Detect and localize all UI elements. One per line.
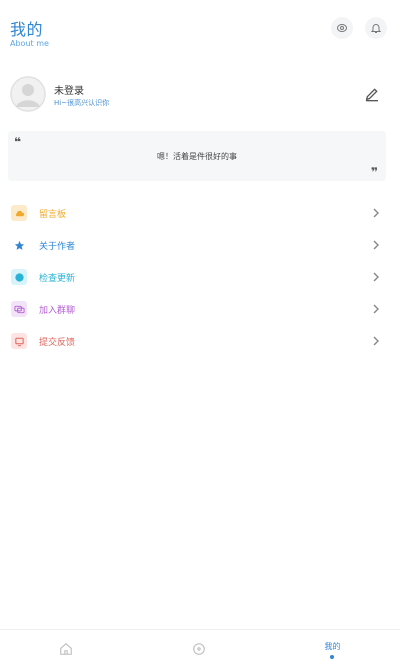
update-icon [11,269,27,285]
chevron-right-icon [373,336,379,346]
menu-item-feedback[interactable]: 提交反馈 [0,325,400,357]
profile-name: 未登录 [54,86,84,97]
tab-discover[interactable] [133,630,266,666]
default-avatar-icon [10,76,46,112]
cloud-icon [11,205,27,221]
page-title: 我的 [10,20,44,39]
quote-close-icon: ❞ [370,165,378,179]
tab-me-label: 我的 [324,642,341,651]
home-icon [60,643,72,655]
quote-card: ❝ 嗯！活着是件很好的事 ❞ [8,131,386,181]
bell-icon [370,24,382,33]
chevron-right-icon [373,208,379,218]
eye-button[interactable] [331,17,353,39]
group-chat-icon [11,301,27,317]
compass-icon [193,643,205,655]
menu-item-about-author[interactable]: 关于作者 [0,229,400,261]
header: 我的 About me [0,0,400,60]
notification-button[interactable] [365,17,387,39]
quote-text: 嗯！活着是件很好的事 [157,152,237,161]
menu-item-message-board[interactable]: 留言板 [0,197,400,229]
quote-open-icon: ❝ [14,135,22,149]
menu-item-check-update[interactable]: 检查更新 [0,261,400,293]
menu-item-join-group[interactable]: 加入群聊 [0,293,400,325]
eye-icon [337,24,347,32]
menu-list: 留言板 关于作者 检查更新 加入群聊 提交反馈 [0,197,400,357]
chevron-right-icon [373,272,379,282]
star-icon [11,237,27,253]
profile-motto: Hi~很高兴认识你 [54,99,110,107]
menu-label: 关于作者 [39,242,76,252]
tab-bar: 我的 [0,629,400,666]
chevron-right-icon [373,304,379,314]
edit-icon[interactable] [364,86,380,102]
chevron-right-icon [373,240,379,250]
feedback-icon [11,333,27,349]
menu-label: 留言板 [39,210,67,220]
active-tab-indicator [330,655,334,659]
avatar[interactable] [10,76,46,112]
profile-row[interactable]: 未登录 Hi~很高兴认识你 [0,72,400,116]
tab-me[interactable]: 我的 [266,630,399,666]
tab-home[interactable] [0,630,133,666]
screen: 我的 About me 未登录 Hi~很高兴认识你 ❝ 嗯！活着是件很好的事 ❞… [0,0,400,666]
page-subtitle: About me [10,39,49,48]
menu-label: 提交反馈 [39,338,76,348]
menu-label: 加入群聊 [39,306,76,316]
menu-label: 检查更新 [39,274,76,284]
